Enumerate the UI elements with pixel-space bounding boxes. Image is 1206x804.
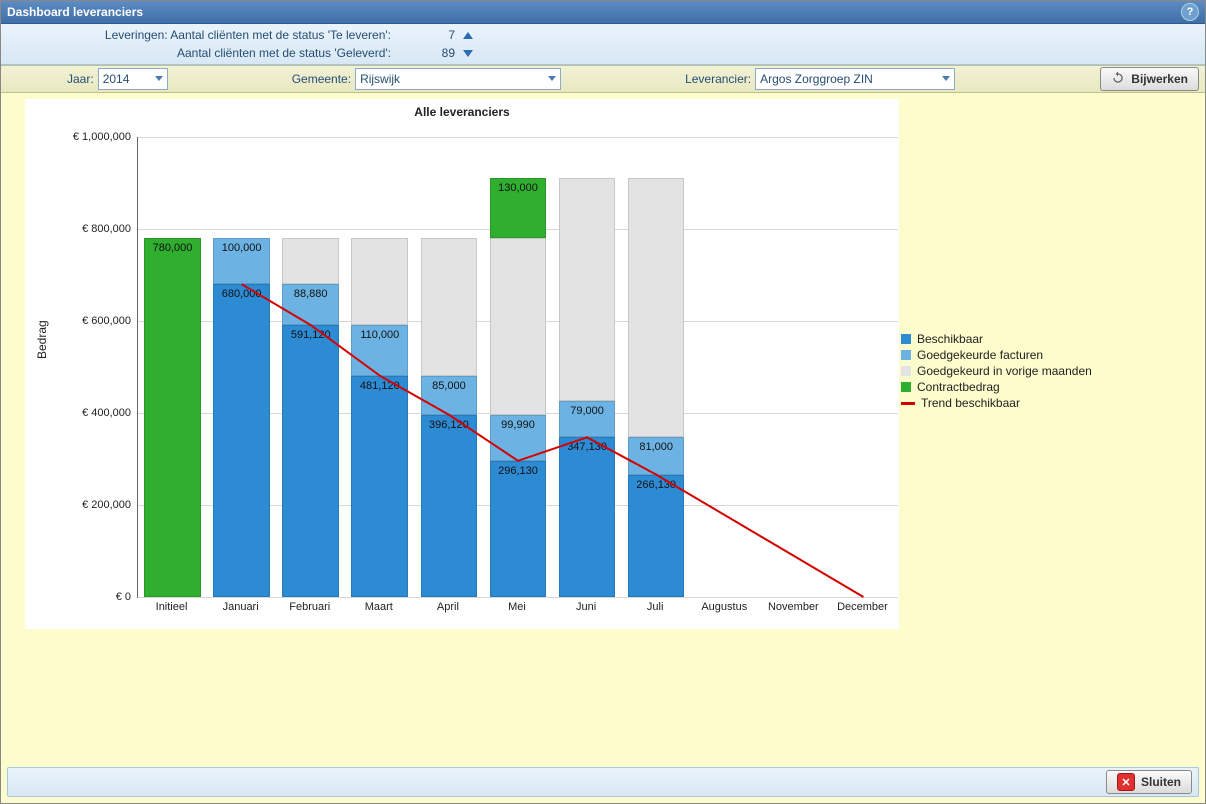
y-tick-label: € 0: [31, 591, 131, 603]
legend-item: Beschikbaar: [901, 331, 1092, 347]
y-tick-label: € 200,000: [31, 499, 131, 511]
close-icon: ✕: [1117, 773, 1135, 791]
gemeente-select[interactable]: Rijswijk: [355, 68, 561, 90]
row1-value: 7: [395, 28, 459, 42]
x-tick-label: April: [437, 601, 459, 613]
chevron-down-icon: [548, 76, 556, 81]
filter-bar: Jaar: 2014 Gemeente: Rijswijk Leverancie…: [1, 65, 1205, 93]
y-tick-label: € 600,000: [31, 315, 131, 327]
legend-label: Goedgekeurd in vorige maanden: [917, 364, 1092, 378]
refresh-icon: [1111, 71, 1125, 88]
legend-item: Goedgekeurd in vorige maanden: [901, 363, 1092, 379]
chevron-down-icon: [942, 76, 950, 81]
jaar-value: 2014: [103, 72, 130, 86]
legend-label: Beschikbaar: [917, 332, 983, 346]
legend-item: Contractbedrag: [901, 379, 1092, 395]
x-tick-label: Mei: [508, 601, 526, 613]
legend-line: [901, 402, 915, 405]
leveringen-prefix: Leveringen:: [105, 28, 168, 42]
info-bar: Leveringen: Aantal cliënten met de statu…: [1, 24, 1205, 65]
x-tick-label: November: [768, 601, 819, 613]
x-tick-label: December: [837, 601, 888, 613]
legend-swatch: [901, 366, 911, 376]
y-tick-label: € 1,000,000: [31, 131, 131, 143]
x-tick-label: Juli: [647, 601, 664, 613]
x-tick-label: Maart: [365, 601, 393, 613]
legend-swatch: [901, 334, 911, 344]
dashboard-window: Dashboard leveranciers ? Leveringen: Aan…: [0, 0, 1206, 804]
legend-label: Trend beschikbaar: [921, 396, 1020, 410]
legend-item: Goedgekeurde facturen: [901, 347, 1092, 363]
legend-label: Contractbedrag: [917, 380, 1000, 394]
legend: Beschikbaar Goedgekeurde facturen Goedge…: [901, 331, 1092, 411]
leverancier-select[interactable]: Argos Zorggroep ZIN: [755, 68, 955, 90]
jaar-select[interactable]: 2014: [98, 68, 168, 90]
x-tick-label: Augustus: [701, 601, 747, 613]
gemeente-value: Rijswijk: [360, 72, 400, 86]
legend-swatch: [901, 350, 911, 360]
row2-label: Aantal cliënten met de status 'Geleverd'…: [1, 46, 395, 60]
legend-item: Trend beschikbaar: [901, 395, 1092, 411]
y-tick-label: € 800,000: [31, 223, 131, 235]
row1-label: Aantal cliënten met de status 'Te levere…: [170, 28, 391, 42]
sluiten-label: Sluiten: [1141, 775, 1181, 789]
plot-area: 780,000680,000100,000591,12088,880481,12…: [137, 137, 898, 598]
arrow-up-icon: [463, 32, 473, 39]
legend-label: Goedgekeurde facturen: [917, 348, 1043, 362]
titlebar: Dashboard leveranciers ?: [1, 1, 1205, 24]
leverancier-value: Argos Zorggroep ZIN: [760, 72, 873, 86]
legend-swatch: [901, 382, 911, 392]
x-tick-label: Initieel: [156, 601, 188, 613]
info-row1-label: Leveringen: Aantal cliënten met de statu…: [1, 28, 395, 42]
row2-value: 89: [395, 46, 459, 60]
chevron-down-icon: [155, 76, 163, 81]
y-tick-label: € 400,000: [31, 407, 131, 419]
x-tick-label: Juni: [576, 601, 596, 613]
gemeente-label: Gemeente:: [292, 72, 351, 86]
x-tick-label: Februari: [289, 601, 330, 613]
chart-box: Alle leveranciers Bedrag 780,000680,0001…: [25, 99, 899, 629]
window-title: Dashboard leveranciers: [7, 5, 143, 19]
bijwerken-label: Bijwerken: [1131, 72, 1188, 86]
footer-bar: ✕ Sluiten: [7, 767, 1199, 797]
help-button[interactable]: ?: [1181, 3, 1199, 21]
trend-line: [138, 137, 898, 597]
leverancier-label: Leverancier:: [685, 72, 751, 86]
x-tick-label: Januari: [223, 601, 259, 613]
chart-title: Alle leveranciers: [25, 99, 899, 119]
jaar-label: Jaar:: [67, 72, 94, 86]
bijwerken-button[interactable]: Bijwerken: [1100, 67, 1199, 91]
sluiten-button[interactable]: ✕ Sluiten: [1106, 770, 1192, 794]
chart-area: Alle leveranciers Bedrag 780,000680,0001…: [1, 93, 1205, 767]
arrow-down-icon: [463, 50, 473, 57]
